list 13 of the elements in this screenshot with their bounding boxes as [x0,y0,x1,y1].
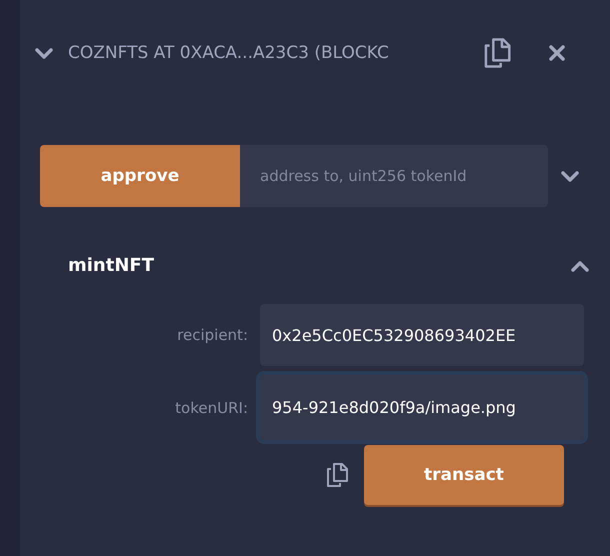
copy-icon[interactable] [326,462,348,488]
chevron-up-icon[interactable] [570,258,590,272]
arguments-field[interactable]: address to, uint256 tokenId [240,145,548,207]
copy-icon[interactable] [483,37,511,69]
field-label: recipient: [177,326,248,344]
chevron-down-icon[interactable] [560,169,580,183]
close-icon[interactable] [549,45,565,61]
text-field[interactable]: 0x2e5Cc0EC532908693402EE [260,304,584,366]
chevron-icon[interactable] [34,46,54,60]
field-label: tokenURI: [175,398,248,416]
function-name: mintNFT [68,255,154,276]
instance-title: COZNFTS AT 0XACA...A23C3 (BLOCKC [68,43,390,63]
text-field[interactable]: 954-921e8d020f9a/image.png [260,375,584,440]
